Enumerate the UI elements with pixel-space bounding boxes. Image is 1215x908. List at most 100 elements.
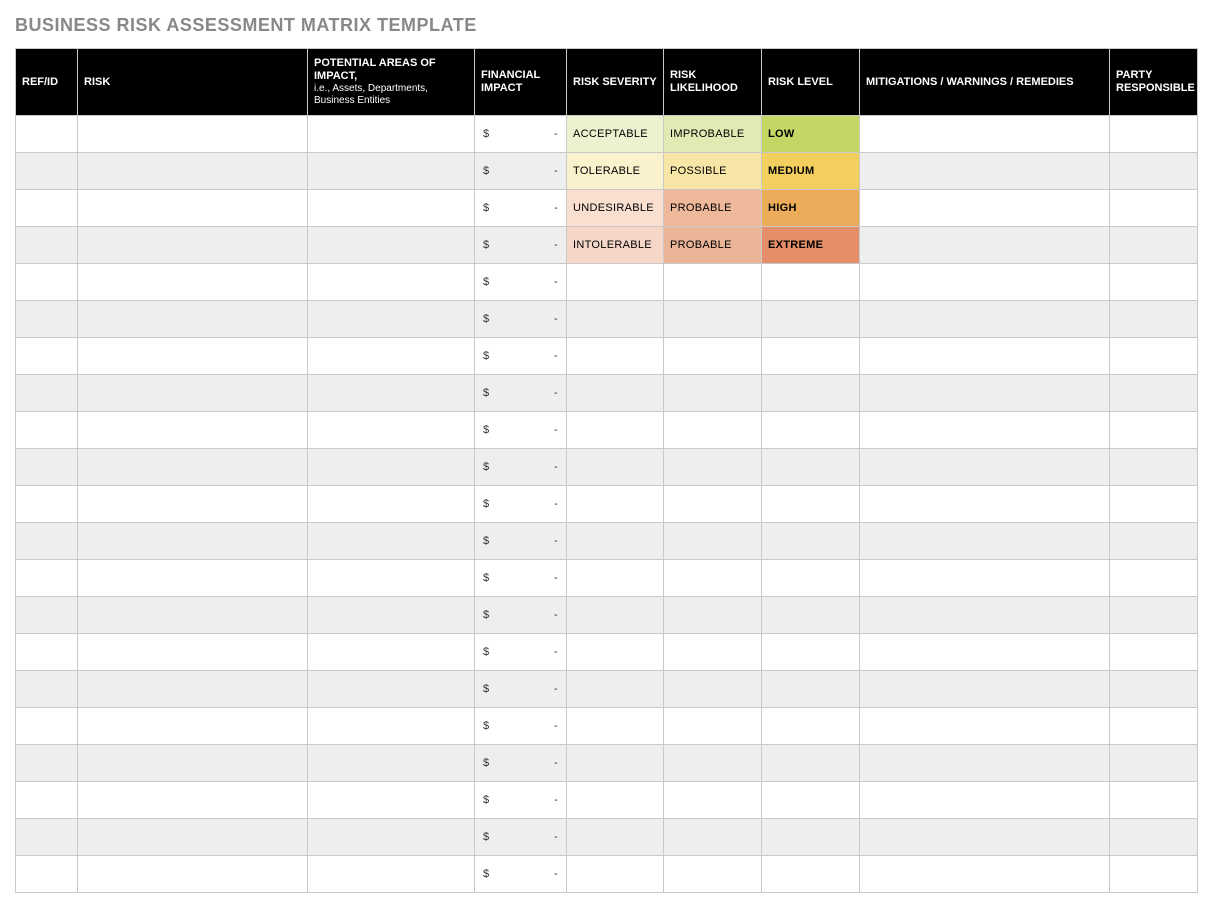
cell-ref[interactable] [16,819,78,856]
cell-severity[interactable]: UNDESIRABLE [567,190,664,227]
cell-mitigations[interactable] [860,375,1110,412]
cell-party[interactable] [1110,412,1198,449]
cell-area[interactable] [308,671,475,708]
cell-area[interactable] [308,634,475,671]
cell-likelihood[interactable] [664,597,762,634]
cell-party[interactable] [1110,523,1198,560]
cell-level[interactable] [762,597,860,634]
cell-level[interactable]: HIGH [762,190,860,227]
cell-financial-impact[interactable]: $- [475,708,567,745]
cell-level[interactable] [762,671,860,708]
cell-ref[interactable] [16,190,78,227]
cell-financial-impact[interactable]: $- [475,190,567,227]
cell-risk[interactable] [78,634,308,671]
cell-ref[interactable] [16,560,78,597]
cell-financial-impact[interactable]: $- [475,449,567,486]
cell-party[interactable] [1110,116,1198,153]
cell-financial-impact[interactable]: $- [475,597,567,634]
cell-ref[interactable] [16,856,78,893]
cell-party[interactable] [1110,486,1198,523]
cell-mitigations[interactable] [860,486,1110,523]
cell-likelihood[interactable]: PROBABLE [664,227,762,264]
cell-area[interactable] [308,782,475,819]
cell-financial-impact[interactable]: $- [475,523,567,560]
cell-financial-impact[interactable]: $- [475,819,567,856]
cell-level[interactable] [762,708,860,745]
cell-mitigations[interactable] [860,597,1110,634]
cell-ref[interactable] [16,116,78,153]
cell-risk[interactable] [78,856,308,893]
cell-level[interactable] [762,264,860,301]
cell-level[interactable] [762,856,860,893]
cell-risk[interactable] [78,301,308,338]
cell-area[interactable] [308,116,475,153]
cell-likelihood[interactable] [664,745,762,782]
cell-financial-impact[interactable]: $- [475,745,567,782]
cell-likelihood[interactable]: IMPROBABLE [664,116,762,153]
cell-ref[interactable] [16,671,78,708]
cell-severity[interactable] [567,745,664,782]
cell-financial-impact[interactable]: $- [475,338,567,375]
cell-mitigations[interactable] [860,301,1110,338]
cell-likelihood[interactable] [664,634,762,671]
cell-risk[interactable] [78,671,308,708]
cell-likelihood[interactable] [664,338,762,375]
cell-risk[interactable] [78,523,308,560]
cell-risk[interactable] [78,782,308,819]
cell-severity[interactable] [567,634,664,671]
cell-financial-impact[interactable]: $- [475,782,567,819]
cell-risk[interactable] [78,745,308,782]
cell-level[interactable] [762,634,860,671]
cell-party[interactable] [1110,856,1198,893]
cell-likelihood[interactable] [664,708,762,745]
cell-area[interactable] [308,190,475,227]
cell-likelihood[interactable] [664,671,762,708]
cell-party[interactable] [1110,227,1198,264]
cell-severity[interactable] [567,412,664,449]
cell-risk[interactable] [78,560,308,597]
cell-severity[interactable]: TOLERABLE [567,153,664,190]
cell-ref[interactable] [16,264,78,301]
cell-mitigations[interactable] [860,190,1110,227]
cell-risk[interactable] [78,116,308,153]
cell-level[interactable] [762,745,860,782]
cell-ref[interactable] [16,486,78,523]
cell-financial-impact[interactable]: $- [475,375,567,412]
cell-ref[interactable] [16,338,78,375]
cell-mitigations[interactable] [860,523,1110,560]
cell-risk[interactable] [78,708,308,745]
cell-severity[interactable] [567,449,664,486]
cell-risk[interactable] [78,227,308,264]
cell-risk[interactable] [78,412,308,449]
cell-level[interactable] [762,301,860,338]
cell-likelihood[interactable] [664,856,762,893]
cell-mitigations[interactable] [860,153,1110,190]
cell-ref[interactable] [16,708,78,745]
cell-mitigations[interactable] [860,560,1110,597]
cell-level[interactable] [762,782,860,819]
cell-risk[interactable] [78,153,308,190]
cell-ref[interactable] [16,745,78,782]
cell-financial-impact[interactable]: $- [475,412,567,449]
cell-severity[interactable] [567,264,664,301]
cell-party[interactable] [1110,449,1198,486]
cell-area[interactable] [308,375,475,412]
cell-party[interactable] [1110,671,1198,708]
cell-mitigations[interactable] [860,782,1110,819]
cell-likelihood[interactable] [664,819,762,856]
cell-severity[interactable] [567,819,664,856]
cell-area[interactable] [308,153,475,190]
cell-level[interactable]: LOW [762,116,860,153]
cell-likelihood[interactable]: POSSIBLE [664,153,762,190]
cell-ref[interactable] [16,597,78,634]
cell-level[interactable] [762,486,860,523]
cell-mitigations[interactable] [860,116,1110,153]
cell-risk[interactable] [78,486,308,523]
cell-mitigations[interactable] [860,338,1110,375]
cell-mitigations[interactable] [860,634,1110,671]
cell-financial-impact[interactable]: $- [475,264,567,301]
cell-party[interactable] [1110,153,1198,190]
cell-level[interactable]: MEDIUM [762,153,860,190]
cell-severity[interactable]: ACCEPTABLE [567,116,664,153]
cell-mitigations[interactable] [860,449,1110,486]
